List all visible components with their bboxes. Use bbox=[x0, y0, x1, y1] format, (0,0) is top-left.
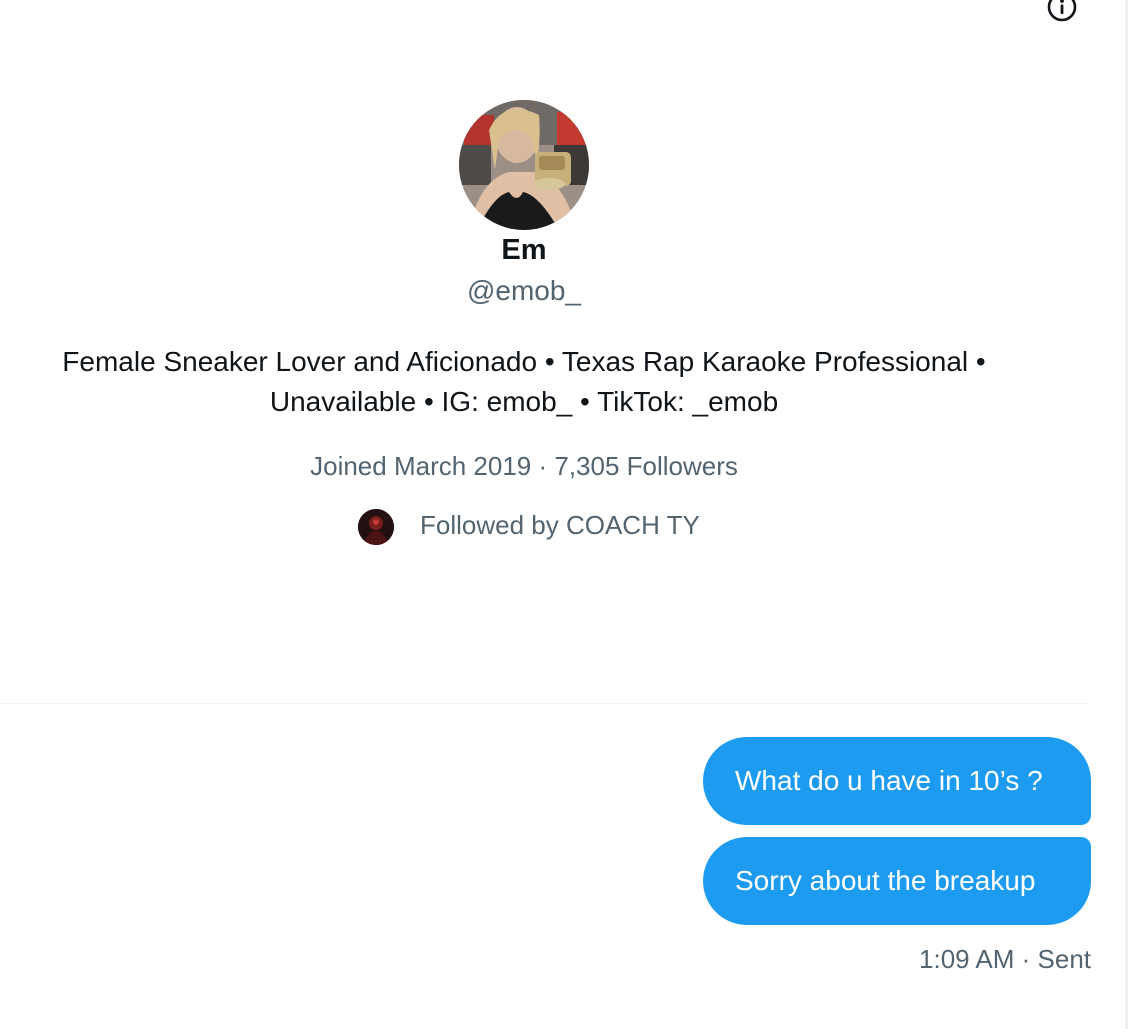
divider bbox=[0, 703, 1090, 704]
followed-by-link[interactable]: Followed by COACH TY bbox=[358, 508, 700, 546]
profile-bio: Female Sneaker Lover and Aficionado • Te… bbox=[0, 342, 1048, 422]
profile-avatar[interactable] bbox=[459, 100, 589, 230]
bio-line: Unavailable • IG: emob_ • TikTok: _emob bbox=[269, 386, 779, 417]
conversation-view: Em @emob_ Female Sneaker Lover and Afici… bbox=[0, 0, 1128, 1029]
info-icon[interactable] bbox=[1047, 0, 1077, 22]
message-status: 1:09 AM · Sent bbox=[919, 944, 1091, 974]
profile-meta: Joined March 2019 · 7,305 Followers bbox=[310, 451, 738, 481]
follower-avatar bbox=[358, 509, 394, 545]
profile-name[interactable]: Em bbox=[0, 233, 1048, 267]
followed-by-text[interactable]: Followed by COACH TY bbox=[420, 508, 700, 542]
message-bubble[interactable]: What do u have in 10’s ? bbox=[703, 737, 1091, 825]
message-text: Sorry about the breakup bbox=[735, 865, 1036, 896]
profile-handle[interactable]: @emob_ bbox=[0, 274, 1048, 308]
message-text: What do u have in 10’s ? bbox=[735, 765, 1043, 796]
message-bubble[interactable]: Sorry about the breakup bbox=[703, 837, 1091, 925]
bio-line: Female Sneaker Lover and Aficionado • Te… bbox=[62, 346, 986, 377]
